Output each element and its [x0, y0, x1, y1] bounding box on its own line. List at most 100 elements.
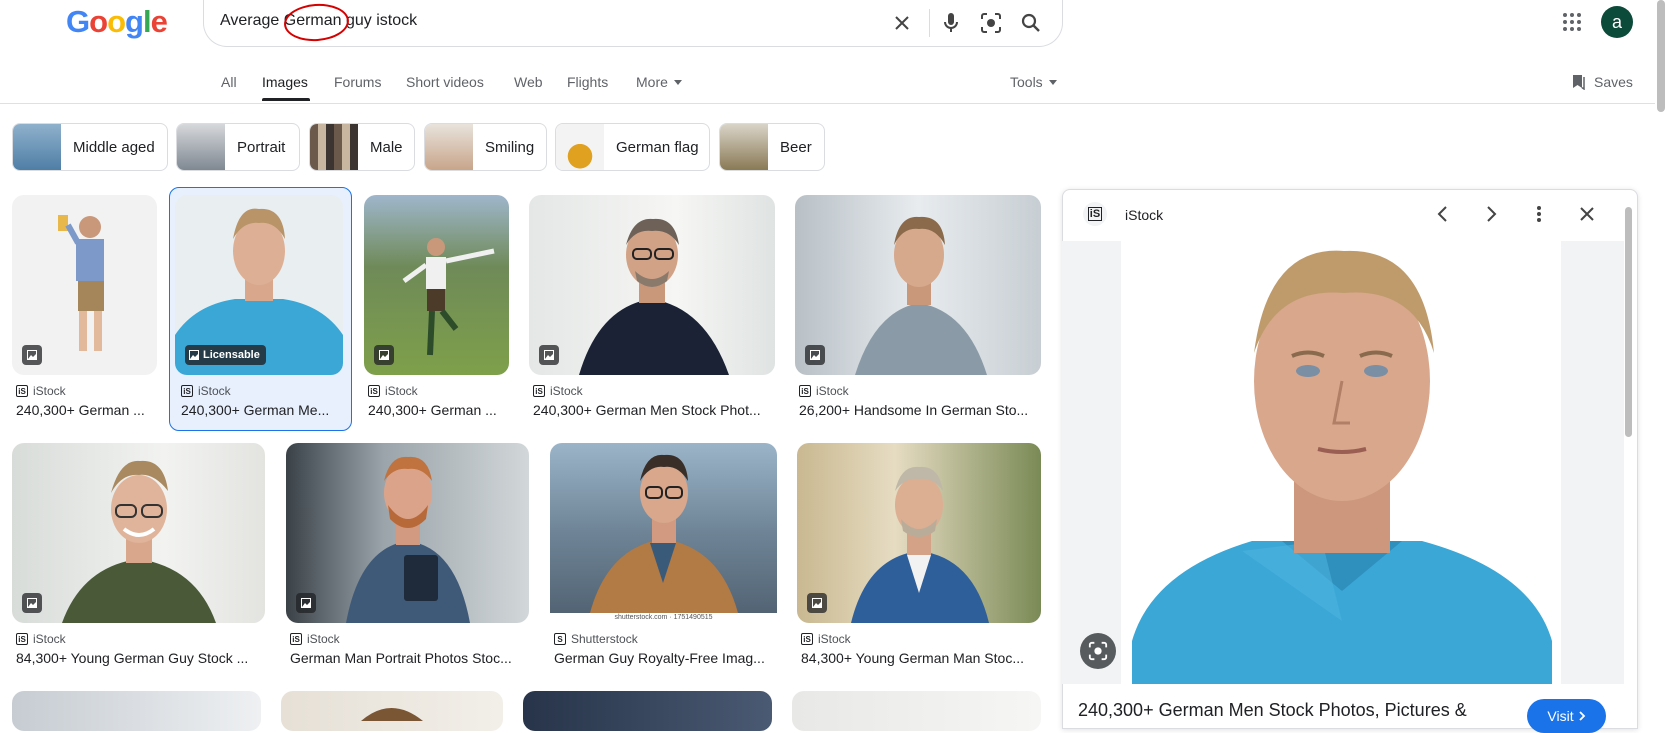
result-image[interactable] [281, 691, 503, 731]
result-title[interactable]: 84,300+ Young German Guy Stock ... [16, 650, 263, 666]
next-icon[interactable] [1481, 204, 1501, 229]
saves-label: Saves [1594, 74, 1633, 90]
image-icon [810, 350, 820, 360]
tab-all[interactable]: All [221, 74, 237, 90]
result-title[interactable]: 240,300+ German Me... [181, 402, 345, 418]
logo-letter: e [150, 4, 168, 39]
caret-down-icon [673, 79, 682, 85]
account-avatar[interactable]: a [1601, 6, 1633, 38]
image-type-badge [22, 345, 42, 365]
active-tab-indicator [262, 98, 310, 101]
image-type-badge [807, 593, 827, 613]
chip-male[interactable]: Male [309, 123, 415, 171]
result-title[interactable]: 240,300+ German ... [368, 402, 506, 418]
result-source[interactable]: S Shutterstock [554, 632, 638, 646]
chip-smiling[interactable]: Smiling [424, 123, 547, 171]
shutterstock-favicon: S [554, 633, 566, 645]
tab-flights[interactable]: Flights [567, 74, 608, 90]
chip-thumbnail [720, 124, 768, 170]
logo-letter: o [107, 4, 126, 39]
result-source[interactable]: iS iStock [16, 632, 66, 646]
chip-thumbnail [13, 124, 61, 170]
chip-middle-aged[interactable]: Middle aged [12, 123, 168, 171]
result-image-selected[interactable]: Licensable [175, 195, 343, 375]
licensable-label: Licensable [203, 349, 260, 361]
result-source[interactable]: iS iStock [181, 384, 231, 398]
licensable-badge: Licensable [185, 345, 266, 365]
result-title[interactable]: 240,300+ German ... [16, 402, 154, 418]
result-source[interactable]: iS iStock [799, 384, 849, 398]
chip-thumbnail [425, 124, 473, 170]
istock-favicon: iS [368, 385, 380, 397]
more-options-icon[interactable] [1529, 204, 1549, 229]
result-image[interactable] [795, 195, 1041, 375]
result-source-name: iStock [550, 384, 583, 398]
lens-camera-icon[interactable] [978, 10, 1004, 36]
result-image[interactable] [286, 443, 529, 623]
result-source[interactable]: iS iStock [16, 384, 66, 398]
image-icon [189, 350, 199, 360]
chip-label: Middle aged [73, 138, 155, 156]
istock-favicon: iS [290, 633, 302, 645]
result-image[interactable]: shutterstock.com · 1751490515 [550, 443, 777, 623]
microphone-icon[interactable] [938, 10, 964, 36]
close-icon[interactable] [1577, 204, 1597, 229]
result-source[interactable]: iS iStock [290, 632, 340, 646]
chevron-right-icon [1578, 711, 1585, 721]
visual-search-icon[interactable] [1080, 633, 1116, 669]
chip-german-flag[interactable]: German flag [555, 123, 710, 171]
istock-favicon: iS [801, 633, 813, 645]
saves-button[interactable]: Saves [1572, 74, 1633, 90]
result-image[interactable] [529, 195, 775, 375]
istock-favicon: iS [181, 385, 193, 397]
image-icon [301, 598, 311, 608]
apps-grid-icon[interactable] [1560, 10, 1584, 34]
chip-label: German flag [616, 138, 699, 156]
result-source[interactable]: iS iStock [533, 384, 583, 398]
result-image[interactable] [12, 691, 261, 731]
result-image[interactable] [12, 443, 265, 623]
panel-title[interactable]: 240,300+ German Men Stock Photos, Pictur… [1078, 700, 1467, 721]
result-image[interactable] [12, 195, 157, 375]
result-source[interactable]: iS iStock [368, 384, 418, 398]
istock-favicon: iS [1083, 202, 1107, 226]
chip-portrait[interactable]: Portrait [176, 123, 300, 171]
tab-web[interactable]: Web [514, 74, 543, 90]
search-icon[interactable] [1018, 10, 1044, 36]
image-type-badge [374, 345, 394, 365]
image-type-badge [22, 593, 42, 613]
shutterstock-watermark: shutterstock.com · 1751490515 [550, 613, 777, 623]
tab-short-videos[interactable]: Short videos [406, 74, 484, 90]
previous-icon[interactable] [1433, 204, 1453, 229]
image-type-badge [296, 593, 316, 613]
tab-more[interactable]: More [636, 74, 682, 90]
panel-scrollbar[interactable] [1625, 207, 1632, 437]
visit-label: Visit [1547, 708, 1574, 724]
result-title[interactable]: German Guy Royalty-Free Imag... [554, 650, 775, 666]
google-logo[interactable]: Google [66, 4, 168, 40]
chip-thumbnail [310, 124, 358, 170]
result-title[interactable]: 240,300+ German Men Stock Phot... [533, 402, 773, 418]
result-source-name: iStock [818, 632, 851, 646]
chip-beer[interactable]: Beer [719, 123, 825, 171]
tab-images[interactable]: Images [262, 74, 308, 90]
clear-icon[interactable] [889, 10, 915, 36]
result-image[interactable] [797, 443, 1041, 623]
result-title[interactable]: 26,200+ Handsome In German Sto... [799, 402, 1039, 418]
page-scrollbar[interactable] [1657, 0, 1665, 112]
chip-label: Beer [780, 138, 812, 156]
result-image[interactable] [523, 691, 772, 731]
result-title[interactable]: 84,300+ Young German Man Stoc... [801, 650, 1039, 666]
visit-button[interactable]: Visit [1527, 699, 1606, 733]
result-image[interactable] [792, 691, 1041, 731]
panel-source-name[interactable]: iStock [1125, 207, 1163, 223]
preview-image[interactable] [1062, 241, 1624, 684]
tools-button[interactable]: Tools [1010, 74, 1057, 90]
tab-forums[interactable]: Forums [334, 74, 381, 90]
result-title[interactable]: German Man Portrait Photos Stoc... [290, 650, 527, 666]
result-source[interactable]: iS iStock [801, 632, 851, 646]
result-source-name: iStock [816, 384, 849, 398]
chip-label: Smiling [485, 138, 535, 156]
result-image[interactable] [364, 195, 509, 375]
chip-label: Male [370, 138, 403, 156]
